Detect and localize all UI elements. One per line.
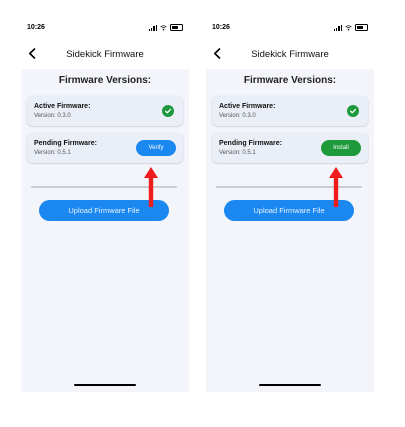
check-circle-icon [347, 105, 359, 117]
section-title: Firmware Versions: [58, 75, 152, 86]
phone-screen-install: 10:26 Sidekick Firmware Firmware Version… [206, 14, 374, 392]
phone-screen-verify: 10:26 Sidekick Firmware Firmware Version… [21, 14, 189, 392]
battery-icon [355, 24, 368, 31]
pending-firmware-version: Version: 0.5.1 [34, 150, 71, 156]
pending-firmware-label: Pending Firmware: [34, 140, 98, 147]
verify-button[interactable]: Verify [136, 140, 176, 156]
active-firmware-version: Version: 0.3.0 [219, 113, 256, 119]
active-firmware-card: Active Firmware: Version: 0.3.0 [27, 96, 183, 126]
nav-bar: Sidekick Firmware [21, 42, 189, 66]
signal-icon [148, 24, 157, 31]
pending-firmware-label: Pending Firmware: [219, 140, 283, 147]
nav-bar: Sidekick Firmware [206, 42, 374, 66]
active-firmware-version: Version: 0.3.0 [34, 113, 71, 119]
annotation-arrow-install-icon [329, 167, 343, 207]
status-icons [333, 24, 368, 31]
status-bar: 10:26 [206, 14, 374, 42]
status-bar: 10:26 [21, 14, 189, 42]
pending-firmware-card: Pending Firmware: Version: 0.5.1 Install [212, 133, 368, 163]
section-title: Firmware Versions: [243, 75, 337, 86]
battery-icon [170, 24, 183, 31]
signal-icon [333, 24, 342, 31]
status-icons [148, 24, 183, 31]
wifi-icon [345, 24, 352, 30]
nav-title: Sidekick Firmware [66, 49, 144, 60]
install-button[interactable]: Install [321, 140, 361, 156]
active-firmware-label: Active Firmware: [219, 103, 276, 110]
nav-title: Sidekick Firmware [251, 49, 329, 60]
firmware-content: Firmware Versions: Active Firmware: Vers… [206, 69, 374, 392]
pending-firmware-card: Pending Firmware: Version: 0.5.1 Verify [27, 133, 183, 163]
status-time: 10:26 [212, 24, 230, 31]
active-firmware-card: Active Firmware: Version: 0.3.0 [212, 96, 368, 126]
pending-firmware-version: Version: 0.5.1 [219, 150, 256, 156]
home-indicator [74, 383, 136, 386]
active-firmware-label: Active Firmware: [34, 103, 91, 110]
annotation-arrow-verify-icon [144, 167, 158, 207]
wifi-icon [160, 24, 167, 30]
status-time: 10:26 [27, 24, 45, 31]
check-circle-icon [162, 105, 174, 117]
firmware-content: Firmware Versions: Active Firmware: Vers… [21, 69, 189, 392]
home-indicator [259, 383, 321, 386]
